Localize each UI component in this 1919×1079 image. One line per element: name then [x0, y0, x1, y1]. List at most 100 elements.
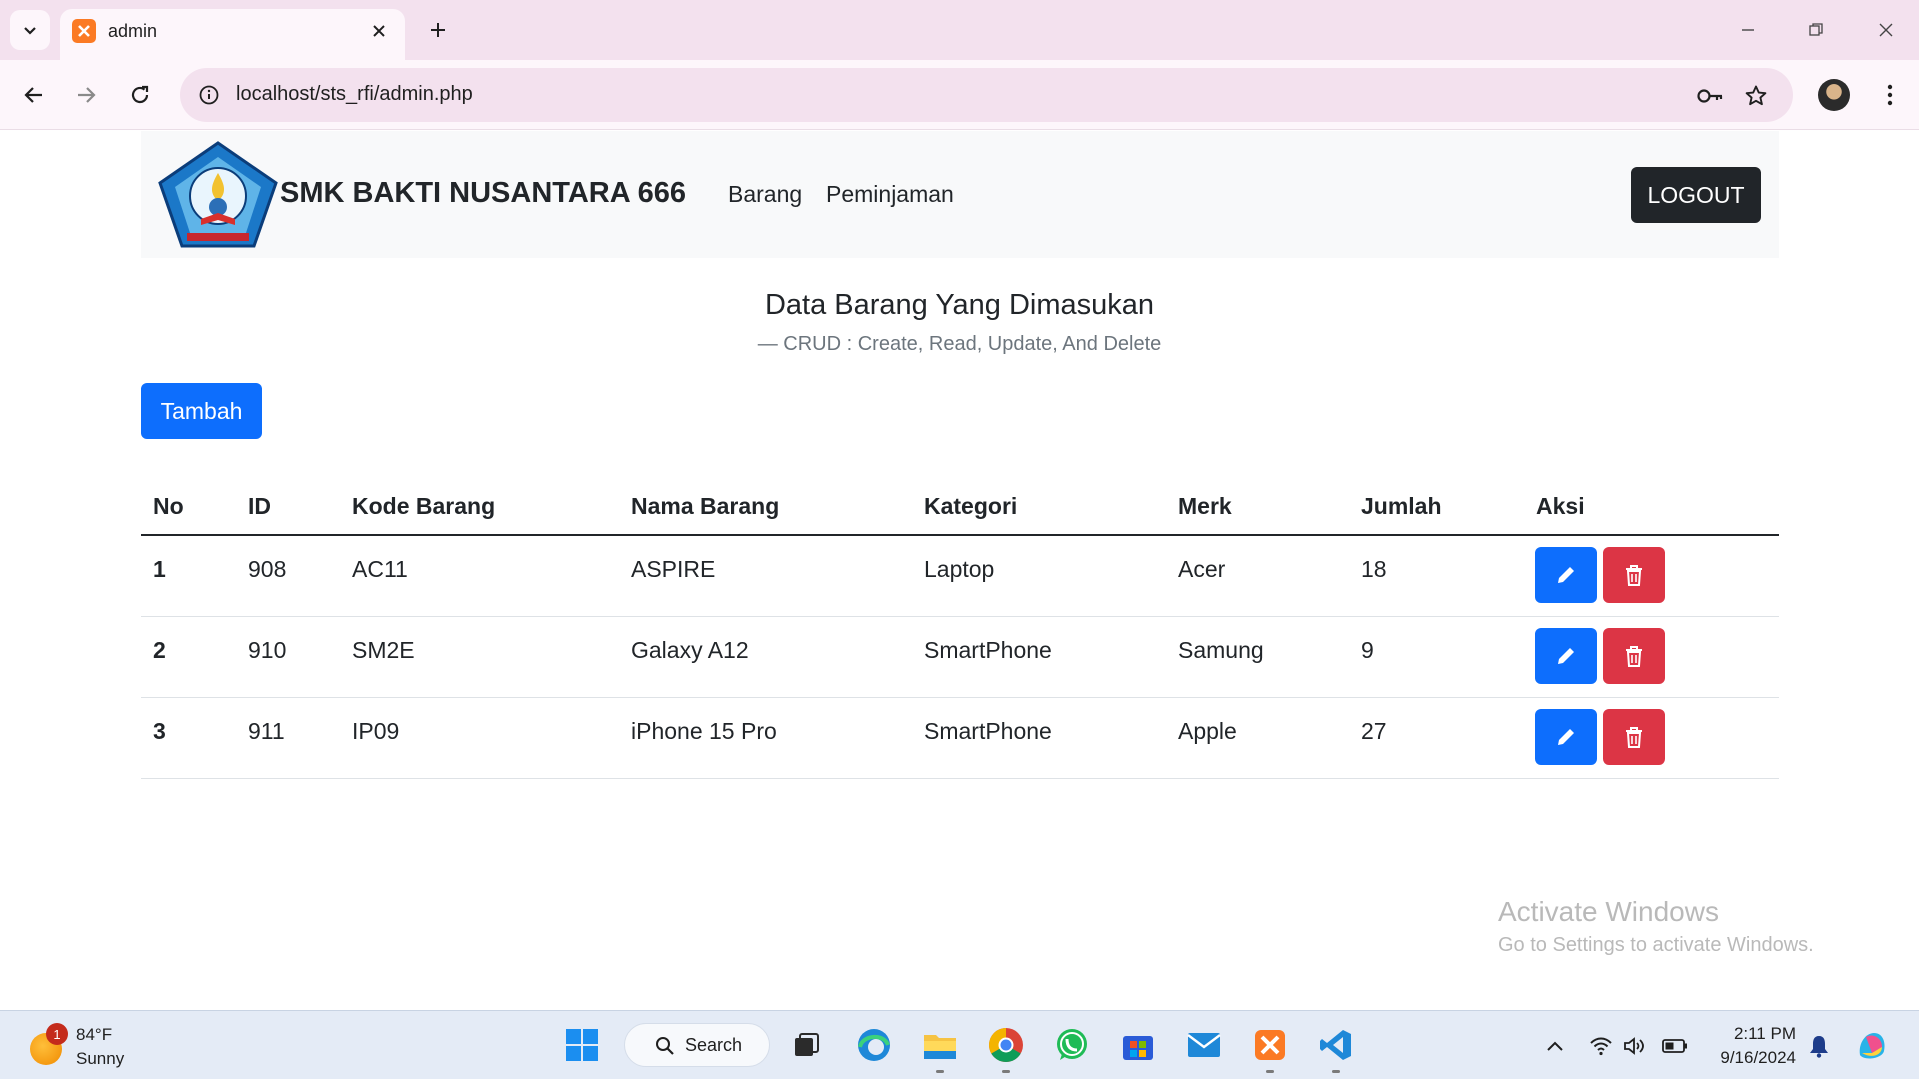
items-table: No ID Kode Barang Nama Barang Kategori M…: [141, 475, 1779, 779]
url-text[interactable]: localhost/sts_rfi/admin.php: [236, 83, 473, 106]
close-icon: [373, 25, 385, 37]
running-indicator: [1266, 1070, 1274, 1073]
password-key-icon[interactable]: [1694, 80, 1726, 112]
tab-search-button[interactable]: [10, 10, 50, 50]
cell-id: 911: [248, 718, 285, 744]
minimize-button[interactable]: [1728, 10, 1768, 50]
file-explorer-icon[interactable]: [918, 1023, 962, 1073]
forward-button[interactable]: [66, 75, 106, 115]
edge-icon[interactable]: [852, 1023, 896, 1067]
plus-icon: [431, 23, 445, 37]
add-item-button[interactable]: Tambah: [141, 383, 262, 439]
profile-avatar[interactable]: [1818, 79, 1850, 111]
cell-kode-barang: IP09: [352, 718, 400, 744]
browser-tab-active[interactable]: admin: [60, 9, 405, 60]
windows-taskbar: 1 84°F Sunny Search 2:11 PM 9/16/2024: [0, 1010, 1919, 1079]
cell-nama-barang: Galaxy A12: [631, 637, 749, 663]
cell-merk: Acer: [1178, 556, 1226, 582]
restore-button[interactable]: [1796, 10, 1836, 50]
activate-windows-watermark: Activate Windows Go to Settings to activ…: [1498, 896, 1814, 957]
bookmark-star-icon[interactable]: [1740, 80, 1772, 112]
xampp-favicon-icon: [72, 19, 96, 43]
store-icon[interactable]: [1116, 1023, 1160, 1067]
brand-name[interactable]: SMK BAKTI NUSANTARA 666: [280, 177, 686, 210]
arrow-right-icon: [78, 87, 96, 103]
cell-kategori: Laptop: [924, 556, 995, 582]
site-info-icon[interactable]: [194, 80, 224, 110]
address-bar[interactable]: localhost/sts_rfi/admin.php: [180, 68, 1793, 122]
pencil-icon: [1558, 729, 1574, 745]
running-indicator: [1002, 1070, 1010, 1073]
weather-badge: 1: [46, 1023, 68, 1045]
restore-icon: [1809, 23, 1823, 36]
tab-close-button[interactable]: [365, 17, 393, 45]
school-logo[interactable]: [157, 141, 279, 248]
pencil-icon: [1558, 648, 1574, 664]
cell-id: 908: [248, 556, 287, 582]
edit-button[interactable]: [1535, 547, 1597, 603]
trash-icon: [1626, 646, 1642, 667]
show-hidden-icons-button[interactable]: [1542, 1033, 1568, 1059]
delete-button[interactable]: [1603, 709, 1665, 765]
whatsapp-icon[interactable]: [1050, 1023, 1094, 1067]
battery-icon[interactable]: [1662, 1033, 1688, 1059]
cell-kode-barang: SM2E: [352, 637, 415, 663]
browser-toolbar: localhost/sts_rfi/admin.php: [0, 60, 1919, 130]
volume-icon[interactable]: [1622, 1033, 1648, 1059]
edit-button[interactable]: [1535, 709, 1597, 765]
page-title: Data Barang Yang Dimasukan: [764, 289, 1155, 321]
running-indicator: [1332, 1070, 1340, 1073]
site-navbar: SMK BAKTI NUSANTARA 666 Barang Peminjama…: [141, 131, 1779, 258]
reload-icon: [131, 85, 149, 104]
search-icon: [656, 1037, 674, 1055]
mail-icon[interactable]: [1182, 1023, 1226, 1067]
cell-merk: Samung: [1178, 637, 1264, 663]
clock-date: 9/16/2024: [1720, 1048, 1796, 1067]
running-indicator: [936, 1070, 944, 1073]
logout-button[interactable]: LOGOUT: [1631, 167, 1761, 223]
edit-button[interactable]: [1535, 628, 1597, 684]
browser-menu-button[interactable]: [1870, 75, 1910, 115]
wifi-icon[interactable]: [1588, 1033, 1614, 1059]
delete-button[interactable]: [1603, 547, 1665, 603]
column-header-kategori: Kategori: [924, 493, 1018, 519]
xampp-icon[interactable]: [1248, 1023, 1292, 1073]
notification-bell-icon[interactable]: [1806, 1033, 1832, 1059]
table-row: 2 910 SM2E Galaxy A12 SmartPhone Samung …: [141, 617, 1779, 698]
trash-icon: [1626, 565, 1642, 586]
vscode-icon[interactable]: [1314, 1023, 1358, 1073]
cell-nama-barang: iPhone 15 Pro: [631, 718, 777, 744]
cell-jumlah: 27: [1361, 718, 1387, 744]
nav-link-barang[interactable]: Barang: [728, 181, 802, 208]
delete-button[interactable]: [1603, 628, 1665, 684]
new-tab-button[interactable]: [420, 12, 456, 48]
chevron-up-icon: [1547, 1041, 1563, 1051]
column-header-kode-barang: Kode Barang: [352, 493, 496, 519]
start-button[interactable]: [560, 1023, 604, 1067]
back-button[interactable]: [14, 75, 54, 115]
system-clock[interactable]: 2:11 PM 9/16/2024: [1700, 1022, 1796, 1070]
page-viewport: SMK BAKTI NUSANTARA 666 Barang Peminjama…: [0, 131, 1919, 1010]
cell-nama-barang: ASPIRE: [631, 556, 716, 582]
weather-temperature: 84°F: [76, 1025, 113, 1044]
nav-link-peminjaman[interactable]: Peminjaman: [826, 181, 954, 208]
chrome-icon[interactable]: [984, 1023, 1028, 1073]
cell-no: 1: [153, 556, 166, 582]
weather-condition: Sunny: [76, 1049, 125, 1068]
column-header-no: No: [153, 493, 184, 519]
windows-start-icon: [566, 1029, 598, 1061]
cell-merk: Apple: [1178, 718, 1237, 744]
column-header-merk: Merk: [1178, 493, 1232, 519]
column-header-aksi: Aksi: [1536, 493, 1585, 519]
chevron-down-icon: [24, 27, 36, 35]
taskbar-search-box[interactable]: Search: [624, 1023, 770, 1067]
close-icon: [1879, 23, 1893, 37]
close-window-button[interactable]: [1866, 10, 1906, 50]
page-subtitle: — CRUD : Create, Read, Update, And Delet…: [757, 333, 1162, 355]
copilot-icon[interactable]: [1854, 1027, 1890, 1063]
pencil-icon: [1558, 567, 1574, 583]
column-header-nama-barang: Nama Barang: [631, 493, 780, 519]
reload-button[interactable]: [120, 75, 160, 115]
task-view-icon[interactable]: [784, 1023, 828, 1067]
minimize-icon: [1742, 29, 1754, 31]
